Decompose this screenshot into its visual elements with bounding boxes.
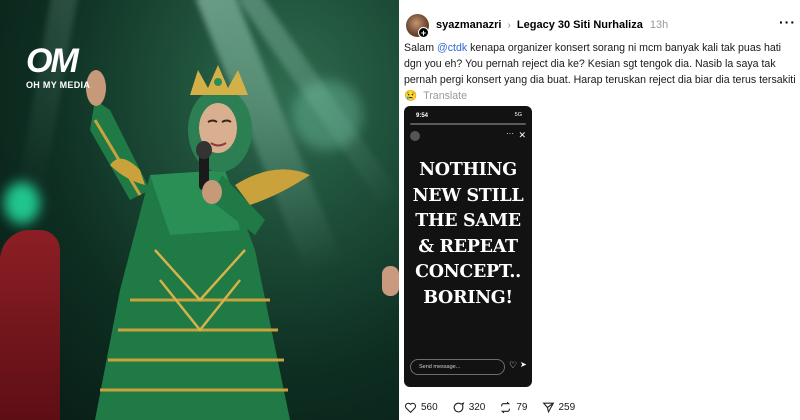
logo-mark: OM xyxy=(26,42,79,80)
mention-link[interactable]: @ctdk xyxy=(437,42,467,54)
like-button[interactable]: 560 xyxy=(404,401,438,414)
story-message-input: Send message... xyxy=(410,359,505,375)
translate-link[interactable]: Translate xyxy=(423,90,467,102)
story-avatar xyxy=(410,131,420,141)
social-post: + syazmanazri › Legacy 30 Siti Nurhaliza… xyxy=(399,0,800,420)
story-close-icon: ✕ xyxy=(518,130,526,140)
story-heart-icon: ♡ xyxy=(509,360,518,370)
more-options-icon[interactable]: ··· xyxy=(779,14,796,30)
username-link[interactable]: syazmanazri xyxy=(436,19,501,31)
logo-text: OH MY MEDIA xyxy=(26,80,91,90)
share-count: 259 xyxy=(558,401,576,413)
comment-button[interactable]: 320 xyxy=(452,401,486,414)
caption-prefix: Salam xyxy=(404,42,437,54)
repost-icon xyxy=(501,401,511,413)
story-text: NOTHING NEW STILL THE SAME & REPEAT CONC… xyxy=(412,160,524,308)
like-count: 560 xyxy=(421,401,438,413)
comment-icon xyxy=(453,401,464,412)
story-screenshot[interactable]: 9:54 5G ··· ✕ NOTHING NEW STILL THE SAME… xyxy=(404,106,532,387)
follow-plus-icon[interactable]: + xyxy=(418,27,429,38)
share-icon xyxy=(541,402,554,413)
oh-my-media-logo: OM OH MY MEDIA xyxy=(26,44,90,90)
post-caption: Salam @ctdk kenapa organizer konsert sor… xyxy=(404,40,796,104)
crying-emoji: 😢 xyxy=(404,90,418,102)
heart-icon xyxy=(404,402,417,413)
share-button[interactable]: 259 xyxy=(541,401,576,414)
story-time: 9:54 xyxy=(416,113,429,119)
story-more-icon: ··· xyxy=(506,129,514,138)
story-progress-bar xyxy=(410,123,526,125)
repost-button[interactable]: 79 xyxy=(499,401,528,414)
signal-indicator: 5G xyxy=(514,112,522,118)
post-actions: 560 320 79 259 xyxy=(404,398,589,416)
story-send-icon: ➤ xyxy=(520,360,527,369)
repost-count: 79 xyxy=(516,401,528,413)
post-time: 13h xyxy=(649,19,669,31)
concert-photo: OM OH MY MEDIA xyxy=(0,0,399,420)
comment-count: 320 xyxy=(468,401,486,413)
topic-link[interactable]: Legacy 30 Siti Nurhaliza xyxy=(517,19,643,31)
post-header: syazmanazri › Legacy 30 Siti Nurhaliza 1… xyxy=(436,19,668,31)
story-header: ··· ✕ xyxy=(410,129,526,144)
chevron-right-icon: › xyxy=(507,20,511,31)
story-status-bar: 9:54 5G xyxy=(404,106,532,124)
